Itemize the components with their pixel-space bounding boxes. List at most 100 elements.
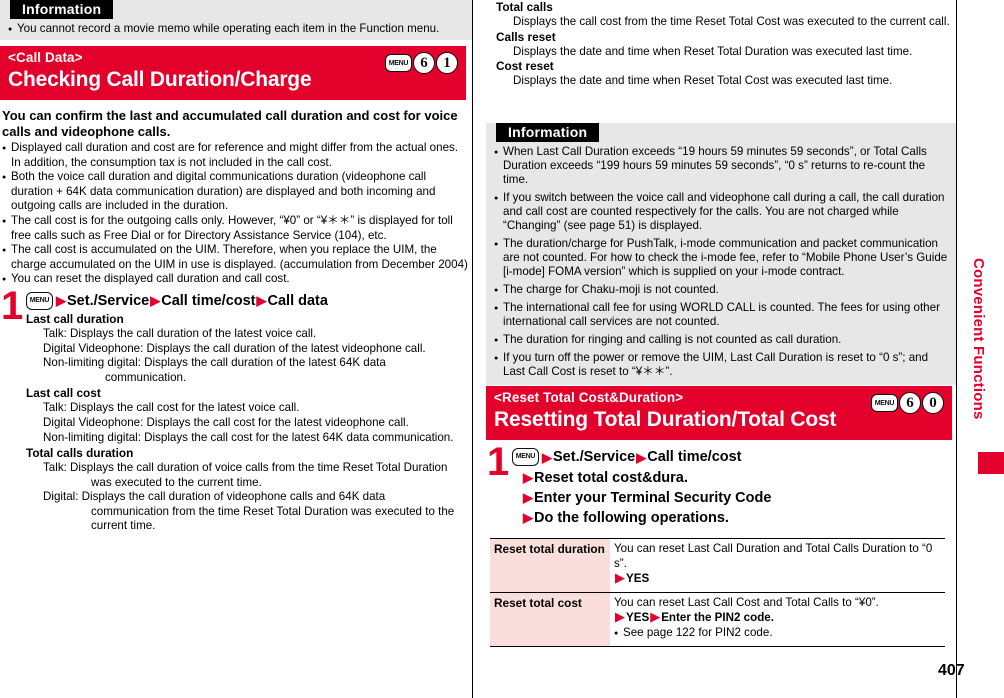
- definition-term: Last call cost: [26, 386, 101, 401]
- definition-line: Digital Videophone: Displays the call du…: [43, 341, 426, 355]
- step-operation-line: MENU ▶ Set./Service ▶ Call time/cost ▶ C…: [26, 291, 472, 311]
- information-item: When Last Call Duration exceeds “19 hour…: [494, 145, 948, 187]
- arrow-icon: ▶: [615, 570, 625, 586]
- step-operation-line: ▶Reset total cost&dura.: [512, 468, 956, 488]
- step-path-item: Call data: [267, 292, 328, 309]
- step-path-item: Call time/cost: [647, 449, 742, 465]
- table-row: Reset total duration You can reset Last …: [490, 538, 945, 593]
- definition-line: Displays the date and time when Reset To…: [513, 74, 893, 88]
- option-description: You can reset Last Call Cost and Total C…: [610, 591, 945, 647]
- menu-key-icon: MENU: [871, 394, 898, 412]
- information-list: You cannot record a movie memo while ope…: [0, 22, 472, 37]
- definition-line: Non-limiting digital: Displays the call …: [43, 430, 454, 444]
- arrow-icon: ▶: [650, 609, 661, 625]
- arrow-icon: ▶: [150, 293, 161, 309]
- menu-key-icon: MENU: [26, 291, 53, 310]
- bullet-item: The call cost is accumulated on the UIM.…: [2, 243, 468, 272]
- key-1-icon: 1: [436, 52, 458, 74]
- definition-line: Displays the call cost from the time Res…: [513, 15, 950, 28]
- option-action: YES: [626, 572, 650, 586]
- arrow-icon: ▶: [523, 490, 533, 505]
- key-6-icon: 6: [413, 52, 435, 74]
- edge-tab-marker: [978, 452, 1004, 474]
- option-action-2: Enter the PIN2 code.: [661, 611, 774, 625]
- option-description: You can reset Last Call Duration and Tot…: [610, 538, 945, 593]
- bullet-item: The call cost is for the outgoing calls …: [2, 214, 468, 243]
- arrow-icon: ▶: [523, 510, 533, 525]
- key-0-icon: 0: [922, 392, 944, 414]
- definition-line: Talk: Displays the call duration of voic…: [43, 461, 448, 489]
- definition-term: Cost reset: [496, 59, 554, 74]
- definition-line: Talk: Displays the call cost for the lat…: [43, 401, 300, 415]
- step-1-call-data: 1 MENU ▶ Set./Service ▶ Call time/cost ▶…: [0, 286, 472, 534]
- lead-paragraph: You can confirm the last and accumulated…: [2, 108, 458, 139]
- option-note: See page 122 for PIN2 code.: [614, 626, 941, 641]
- edge-tab-rule: [956, 0, 957, 698]
- bullet-item: Displayed call duration and cost are for…: [2, 141, 468, 170]
- step-operation-line: ▶Do the following operations.: [512, 508, 956, 528]
- information-item: If you switch between the voice call and…: [494, 191, 948, 233]
- definition-group: Last call duration Talk: Displays the ca…: [26, 312, 472, 385]
- definition-term: Last call duration: [26, 311, 124, 326]
- arrow-icon: ▶: [615, 609, 625, 625]
- step-operation-line: ▶Enter your Terminal Security Code: [512, 488, 956, 508]
- step-path-item: Enter your Terminal Security Code: [534, 490, 772, 506]
- right-column: Total calls Displays the call cost from …: [486, 0, 956, 698]
- option-name: Reset total cost: [490, 591, 610, 647]
- definition-group: Total calls duration Talk: Displays the …: [26, 446, 472, 534]
- information-box-top: Information You cannot record a movie me…: [0, 0, 472, 40]
- information-item: The international call fee for using WOR…: [494, 301, 948, 329]
- right-body: 1 MENU ▶ Set./Service ▶ Call time/cost ▶…: [486, 442, 956, 647]
- step-substeps: ▶Reset total cost&dura. ▶Enter your Term…: [512, 468, 956, 528]
- menu-key-icon: MENU: [512, 448, 539, 466]
- column-divider: [472, 0, 473, 698]
- definition-line: Displays the date and time when Reset To…: [513, 44, 913, 58]
- key-6-icon: 6: [899, 392, 921, 414]
- step-path-item: Do the following operations.: [534, 510, 729, 526]
- definition-line: Digital: Displays the call duration of v…: [43, 490, 455, 533]
- definition-term: Total calls duration: [26, 446, 134, 461]
- section-header-call-data: <Call Data> Checking Call Duration/Charg…: [0, 46, 466, 100]
- step-path-item: Reset total cost&dura.: [534, 470, 688, 486]
- step-path-item: Call time/cost: [161, 292, 256, 309]
- key-shortcut-combo: MENU 6 0: [871, 392, 944, 414]
- information-item: You cannot record a movie memo while ope…: [8, 22, 464, 37]
- definition-line: Talk: Displays the call duration of the …: [43, 326, 317, 340]
- information-item: The charge for Chaku-moji is not counted…: [494, 283, 948, 298]
- information-heading: Information: [10, 0, 114, 19]
- step-operation-line: MENU ▶ Set./Service ▶ Call time/cost: [512, 447, 956, 467]
- definition-list: Last call duration Talk: Displays the ca…: [26, 312, 472, 534]
- information-heading: Information: [496, 123, 600, 142]
- arrow-icon: ▶: [542, 449, 552, 465]
- definition-group: Total calls Displays the call cost from …: [496, 0, 951, 30]
- reset-options-table: Reset total duration You can reset Last …: [490, 538, 945, 647]
- definition-group: Last call cost Talk: Displays the call c…: [26, 386, 472, 445]
- arrow-icon: ▶: [636, 449, 647, 465]
- step-number: 1: [1, 283, 24, 328]
- edge-tab-label: Convenient Functions: [970, 258, 987, 420]
- information-item: The duration for ringing and calling is …: [494, 333, 948, 348]
- bullet-item: You can reset the displayed call duratio…: [2, 272, 468, 287]
- information-item: If you turn off the power or remove the …: [494, 351, 948, 379]
- page-number: 407: [938, 662, 965, 679]
- option-action: YES: [626, 611, 650, 625]
- definition-group: Calls reset Displays the date and time w…: [496, 30, 951, 60]
- step-number: 1: [487, 440, 510, 484]
- arrow-icon: ▶: [523, 470, 533, 485]
- manual-page: Information You cannot record a movie me…: [0, 0, 1004, 698]
- option-name: Reset total duration: [490, 538, 610, 593]
- step-path-item: Set./Service: [67, 292, 150, 309]
- option-desc-text: You can reset Last Call Cost and Total C…: [614, 595, 879, 609]
- edge-thumb-tab: Convenient Functions: [956, 0, 1004, 698]
- key-shortcut-combo: MENU 6 1: [385, 52, 458, 74]
- step-path-item: Set./Service: [553, 449, 636, 465]
- definition-list-continued: Total calls Displays the call cost from …: [496, 0, 951, 89]
- definition-term: Calls reset: [496, 29, 556, 44]
- section-header-reset-total: <Reset Total Cost&Duration> Resetting To…: [486, 386, 952, 440]
- option-desc-text: You can reset Last Call Duration and Tot…: [614, 542, 933, 570]
- step-1-reset-total: 1 MENU ▶ Set./Service ▶ Call time/cost ▶…: [486, 442, 956, 528]
- information-item: The duration/charge for PushTalk, i-mode…: [494, 237, 948, 279]
- menu-key-icon: MENU: [385, 54, 412, 72]
- definition-line: Non-limiting digital: Displays the call …: [43, 356, 386, 384]
- definition-line: Digital Videophone: Displays the call co…: [43, 415, 409, 429]
